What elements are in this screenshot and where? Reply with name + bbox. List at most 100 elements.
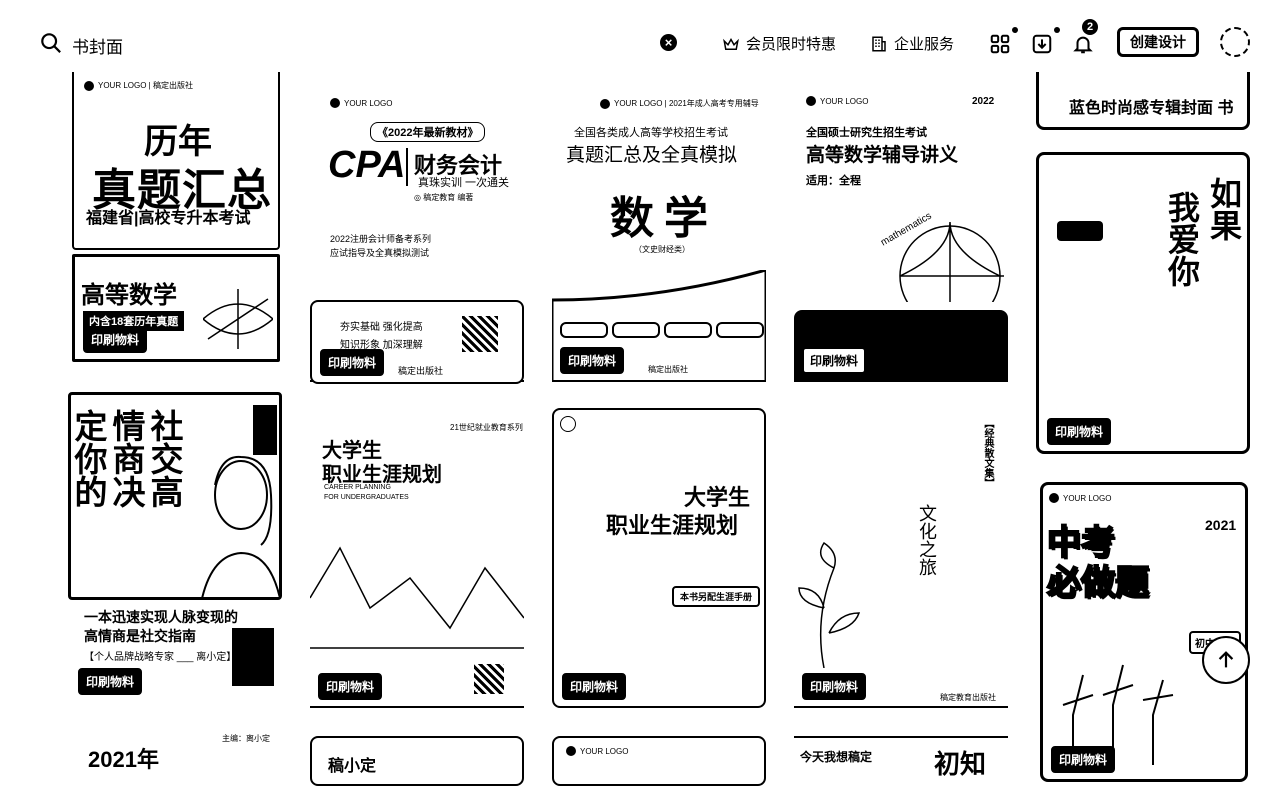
building-icon: [872, 36, 886, 51]
vip-offer-label: 会员限时特惠: [746, 36, 837, 53]
card-title: 如果: [1206, 177, 1242, 241]
design-card-zhongkao[interactable]: YOUR LOGO 2021 中考 必做题 初中物理 印刷物料: [1040, 482, 1248, 782]
search-icon[interactable]: [40, 32, 62, 54]
flower-illustration: [798, 541, 861, 668]
card-title-2: 职业生涯规划: [606, 513, 739, 538]
print-tag: 印刷物料: [562, 673, 627, 700]
logo-icon: [806, 96, 816, 106]
card-title: 稿小定: [328, 758, 377, 775]
design-card-advanced-math[interactable]: 高等数学 内含18套历年真题 印刷物料: [72, 254, 280, 362]
search-input[interactable]: 书封面: [72, 33, 123, 58]
card-big-title: 初知: [934, 750, 987, 779]
enterprise-service-label: 企业服务: [894, 36, 955, 53]
card-line-1: 全国各类成人高等学校招生考试: [574, 127, 728, 139]
card-press: 稿定出版社: [398, 366, 444, 376]
scroll-to-top-button[interactable]: [1202, 636, 1250, 684]
card-title: 文化之旅: [917, 504, 937, 576]
design-card-math-exam[interactable]: YOUR LOGO | 2021年成人高考专用辅导 全国各类成人高等学校招生考试…: [552, 82, 766, 382]
author-strip: [253, 405, 277, 455]
logo-icon: [566, 746, 576, 756]
card-logo: YOUR LOGO: [806, 96, 868, 106]
print-tag: 印刷物料: [318, 673, 383, 700]
card-year: 2022: [972, 96, 995, 107]
card-title: 真题汇总及全真模拟: [566, 145, 738, 166]
card-title-2: 必做题: [1046, 563, 1150, 603]
card-publisher: ◎ 稿定教育 编著: [414, 193, 474, 202]
design-card-career-planning-2[interactable]: 大学生 职业生涯规划 本书另配生涯手册 印刷物料: [552, 408, 766, 708]
print-tag: 印刷物料: [560, 347, 625, 374]
card-subtitle: 福建省|高校专升本考试: [86, 210, 251, 227]
qr-code: [474, 664, 504, 694]
card-big-title: 数学: [610, 194, 718, 243]
card-logo: YOUR LOGO: [566, 746, 628, 756]
card-cpa: CPA: [328, 144, 406, 186]
print-tag: 印刷物料: [83, 326, 148, 353]
card-line-2: 应试指导及全真模拟测试: [330, 248, 430, 258]
avatar[interactable]: [1220, 27, 1250, 57]
logo-icon: [1049, 493, 1059, 503]
card-year: 2021年: [88, 747, 159, 772]
apps-grid-icon[interactable]: [989, 33, 1011, 55]
card-subtitle: 本书另配生涯手册: [672, 586, 761, 607]
logo-icon: [330, 98, 340, 108]
bell-icon[interactable]: [1072, 33, 1094, 55]
print-tag: 印刷物料: [802, 673, 867, 700]
card-press: 稿定出版社: [648, 365, 688, 374]
vip-offer-link[interactable]: 会员限时特惠: [722, 33, 836, 54]
design-card-grad-math[interactable]: YOUR LOGO 2022 全国硕士研究生招生考试 高等数学辅导讲义 适用：全…: [794, 82, 1008, 382]
design-card-culture-journey[interactable]: 文化之旅 【经典散文集】 稿定教育出版社 印刷物料: [794, 408, 1008, 708]
arrow-up-icon: [1218, 651, 1234, 668]
design-card-your-logo[interactable]: YOUR LOGO: [552, 736, 766, 786]
print-tag: 印刷物料: [78, 668, 143, 695]
crown-icon: [723, 37, 739, 50]
card-series: 21世纪就业教育系列: [450, 423, 523, 432]
print-tag: 印刷物料: [320, 349, 385, 376]
design-card-if-i-love-you[interactable]: 如果 我爱你 印刷物料: [1036, 152, 1250, 454]
highway-illustration: [203, 289, 273, 349]
card-press: 稿定教育出版社: [940, 693, 996, 702]
design-card-career-planning[interactable]: 21世纪就业教育系列 大学生 职业生涯规划 CAREER PLANNING FO…: [310, 418, 524, 708]
card-logo: YOUR LOGO | 2021年成人高考专用辅导: [600, 98, 759, 109]
card-subtitle: 适用：全程: [806, 175, 861, 187]
card-line-1: 2022注册会计师备考系列: [330, 234, 432, 244]
author-block: [1057, 221, 1103, 241]
card-text: 今天我想稿定: [800, 750, 873, 764]
card-bottom-line-1: 一本迅速实现人脉变现的: [84, 609, 238, 625]
design-card-blue-album[interactable]: 蓝色时尚感专辑封面 书: [1036, 72, 1250, 130]
create-design-button[interactable]: 创建设计: [1117, 27, 1199, 57]
qr-code: [462, 316, 498, 352]
card-editor: 主编：离小定: [222, 734, 270, 743]
logo-icon: [560, 416, 576, 432]
card-title: 蓝色时尚感专辑封面 书: [1069, 100, 1234, 117]
card-bottom-line-3: 【个人品牌战略专家 ___ 离小定】: [84, 652, 237, 663]
print-tag: 印刷物料: [802, 347, 867, 374]
enterprise-service-link[interactable]: 企业服务: [870, 33, 954, 54]
design-card-gaoxiaoding[interactable]: 稿小定: [310, 736, 524, 786]
woman-portrait-illustration: [201, 455, 279, 597]
notification-badge: 2: [1082, 19, 1098, 35]
divider: [406, 148, 408, 186]
card-line-1: 全国硕士研究生招生考试: [806, 127, 927, 139]
design-card-cpa-bottom: 夯实基础 强化提高 知识形象 加深理解 稿定出版社 印刷物料: [310, 300, 524, 384]
card-title-2: 职业生涯规划: [322, 464, 442, 486]
design-card-social-eq[interactable]: 社交高情商决定你的价值: [68, 392, 282, 600]
card-series: 【经典散文集】: [982, 418, 993, 488]
card-subtitle: （文史财经类）: [634, 245, 690, 254]
card-badge: 《2022年最新教材》: [370, 122, 486, 142]
card-title: 社交高情商决定你的价值: [70, 409, 183, 508]
card-title-2: 我爱你: [1164, 191, 1200, 287]
design-card-exam-summary[interactable]: YOUR LOGO | 稿定出版社 历年 真题汇总 福建省|高校专升本考试: [72, 72, 280, 250]
download-icon[interactable]: [1031, 33, 1053, 55]
card-year: 2021: [1205, 517, 1237, 533]
card-en-1: CAREER PLANNING: [324, 484, 391, 491]
book-spine-thumb: [232, 628, 274, 686]
card-subtitle: 真珠实训 一次通关: [418, 177, 510, 189]
print-tag: 印刷物料: [1051, 746, 1116, 773]
card-en-2: FOR UNDERGRADUATES: [324, 494, 409, 501]
card-logo: YOUR LOGO | 稿定出版社: [84, 80, 193, 91]
design-card-chuzhi[interactable]: 今天我想稿定 初知: [794, 736, 1008, 786]
print-tag: 印刷物料: [1047, 418, 1112, 445]
clear-search-icon[interactable]: ×: [660, 34, 677, 51]
card-logo: YOUR LOGO: [1049, 493, 1111, 503]
card-title: 高等数学辅导讲义: [806, 145, 959, 166]
